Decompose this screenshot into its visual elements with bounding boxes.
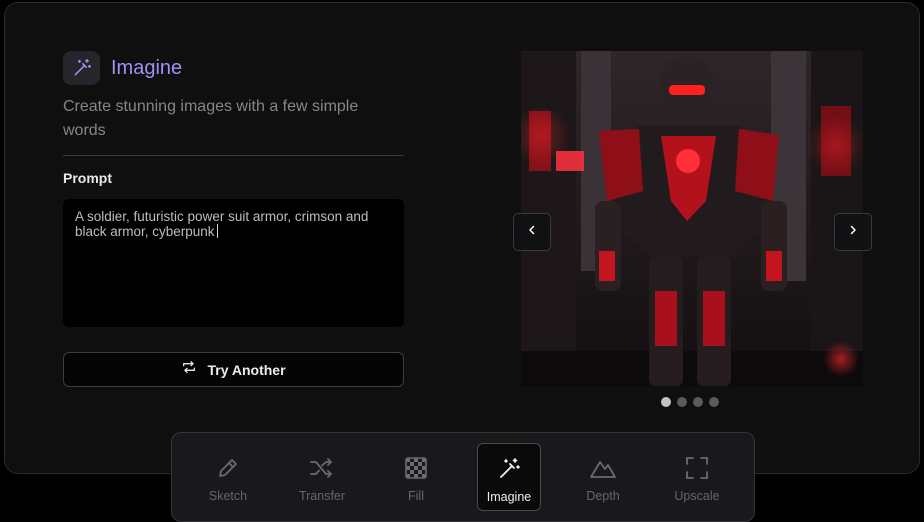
header: Imagine bbox=[63, 51, 182, 85]
try-another-label: Try Another bbox=[207, 361, 286, 378]
carousel-dots bbox=[661, 397, 719, 407]
magic-wand-icon bbox=[497, 456, 521, 482]
checker-icon bbox=[405, 455, 427, 481]
page-subtitle: Create stunning images with a few simple… bbox=[63, 98, 359, 139]
tool-label: Imagine bbox=[486, 490, 532, 504]
prompt-label: Prompt bbox=[63, 170, 112, 186]
carousel-dot[interactable] bbox=[661, 397, 671, 407]
tool-sketch[interactable]: Sketch bbox=[196, 443, 260, 511]
prompt-input[interactable]: A soldier, futuristic power suit armor, … bbox=[63, 199, 404, 327]
page-title: Imagine bbox=[111, 56, 183, 79]
carousel-next-button[interactable] bbox=[834, 213, 872, 251]
shuffle-icon bbox=[309, 455, 335, 481]
generated-image bbox=[521, 51, 863, 386]
tool-label: Depth bbox=[586, 489, 620, 503]
tool-label: Transfer bbox=[298, 489, 346, 503]
expand-icon bbox=[686, 455, 708, 481]
repeat-icon bbox=[181, 359, 197, 380]
tool-depth[interactable]: Depth bbox=[571, 443, 635, 511]
tool-transfer[interactable]: Transfer bbox=[290, 443, 354, 511]
tool-label: Sketch bbox=[208, 489, 248, 503]
tool-label: Fill bbox=[408, 489, 424, 503]
chevron-left-icon bbox=[526, 223, 538, 241]
carousel-dot[interactable] bbox=[709, 397, 719, 407]
tool-label: Upscale bbox=[674, 489, 720, 503]
tool-upscale[interactable]: Upscale bbox=[665, 443, 729, 511]
try-another-button[interactable]: Try Another bbox=[63, 352, 404, 387]
mountain-icon bbox=[589, 455, 617, 481]
text-caret bbox=[216, 224, 218, 238]
divider bbox=[63, 155, 404, 156]
chevron-right-icon bbox=[847, 223, 859, 241]
prompt-text: A soldier, futuristic power suit armor, … bbox=[75, 209, 369, 239]
tool-dock: Sketch Transfer Fill Imagine Depth Upsca… bbox=[171, 432, 755, 522]
pencil-icon bbox=[216, 455, 240, 481]
tool-fill[interactable]: Fill bbox=[384, 443, 448, 511]
tool-imagine[interactable]: Imagine bbox=[477, 443, 541, 511]
carousel-prev-button[interactable] bbox=[513, 213, 551, 251]
carousel-dot[interactable] bbox=[677, 397, 687, 407]
carousel-dot[interactable] bbox=[693, 397, 703, 407]
magic-wand-icon bbox=[63, 51, 100, 85]
